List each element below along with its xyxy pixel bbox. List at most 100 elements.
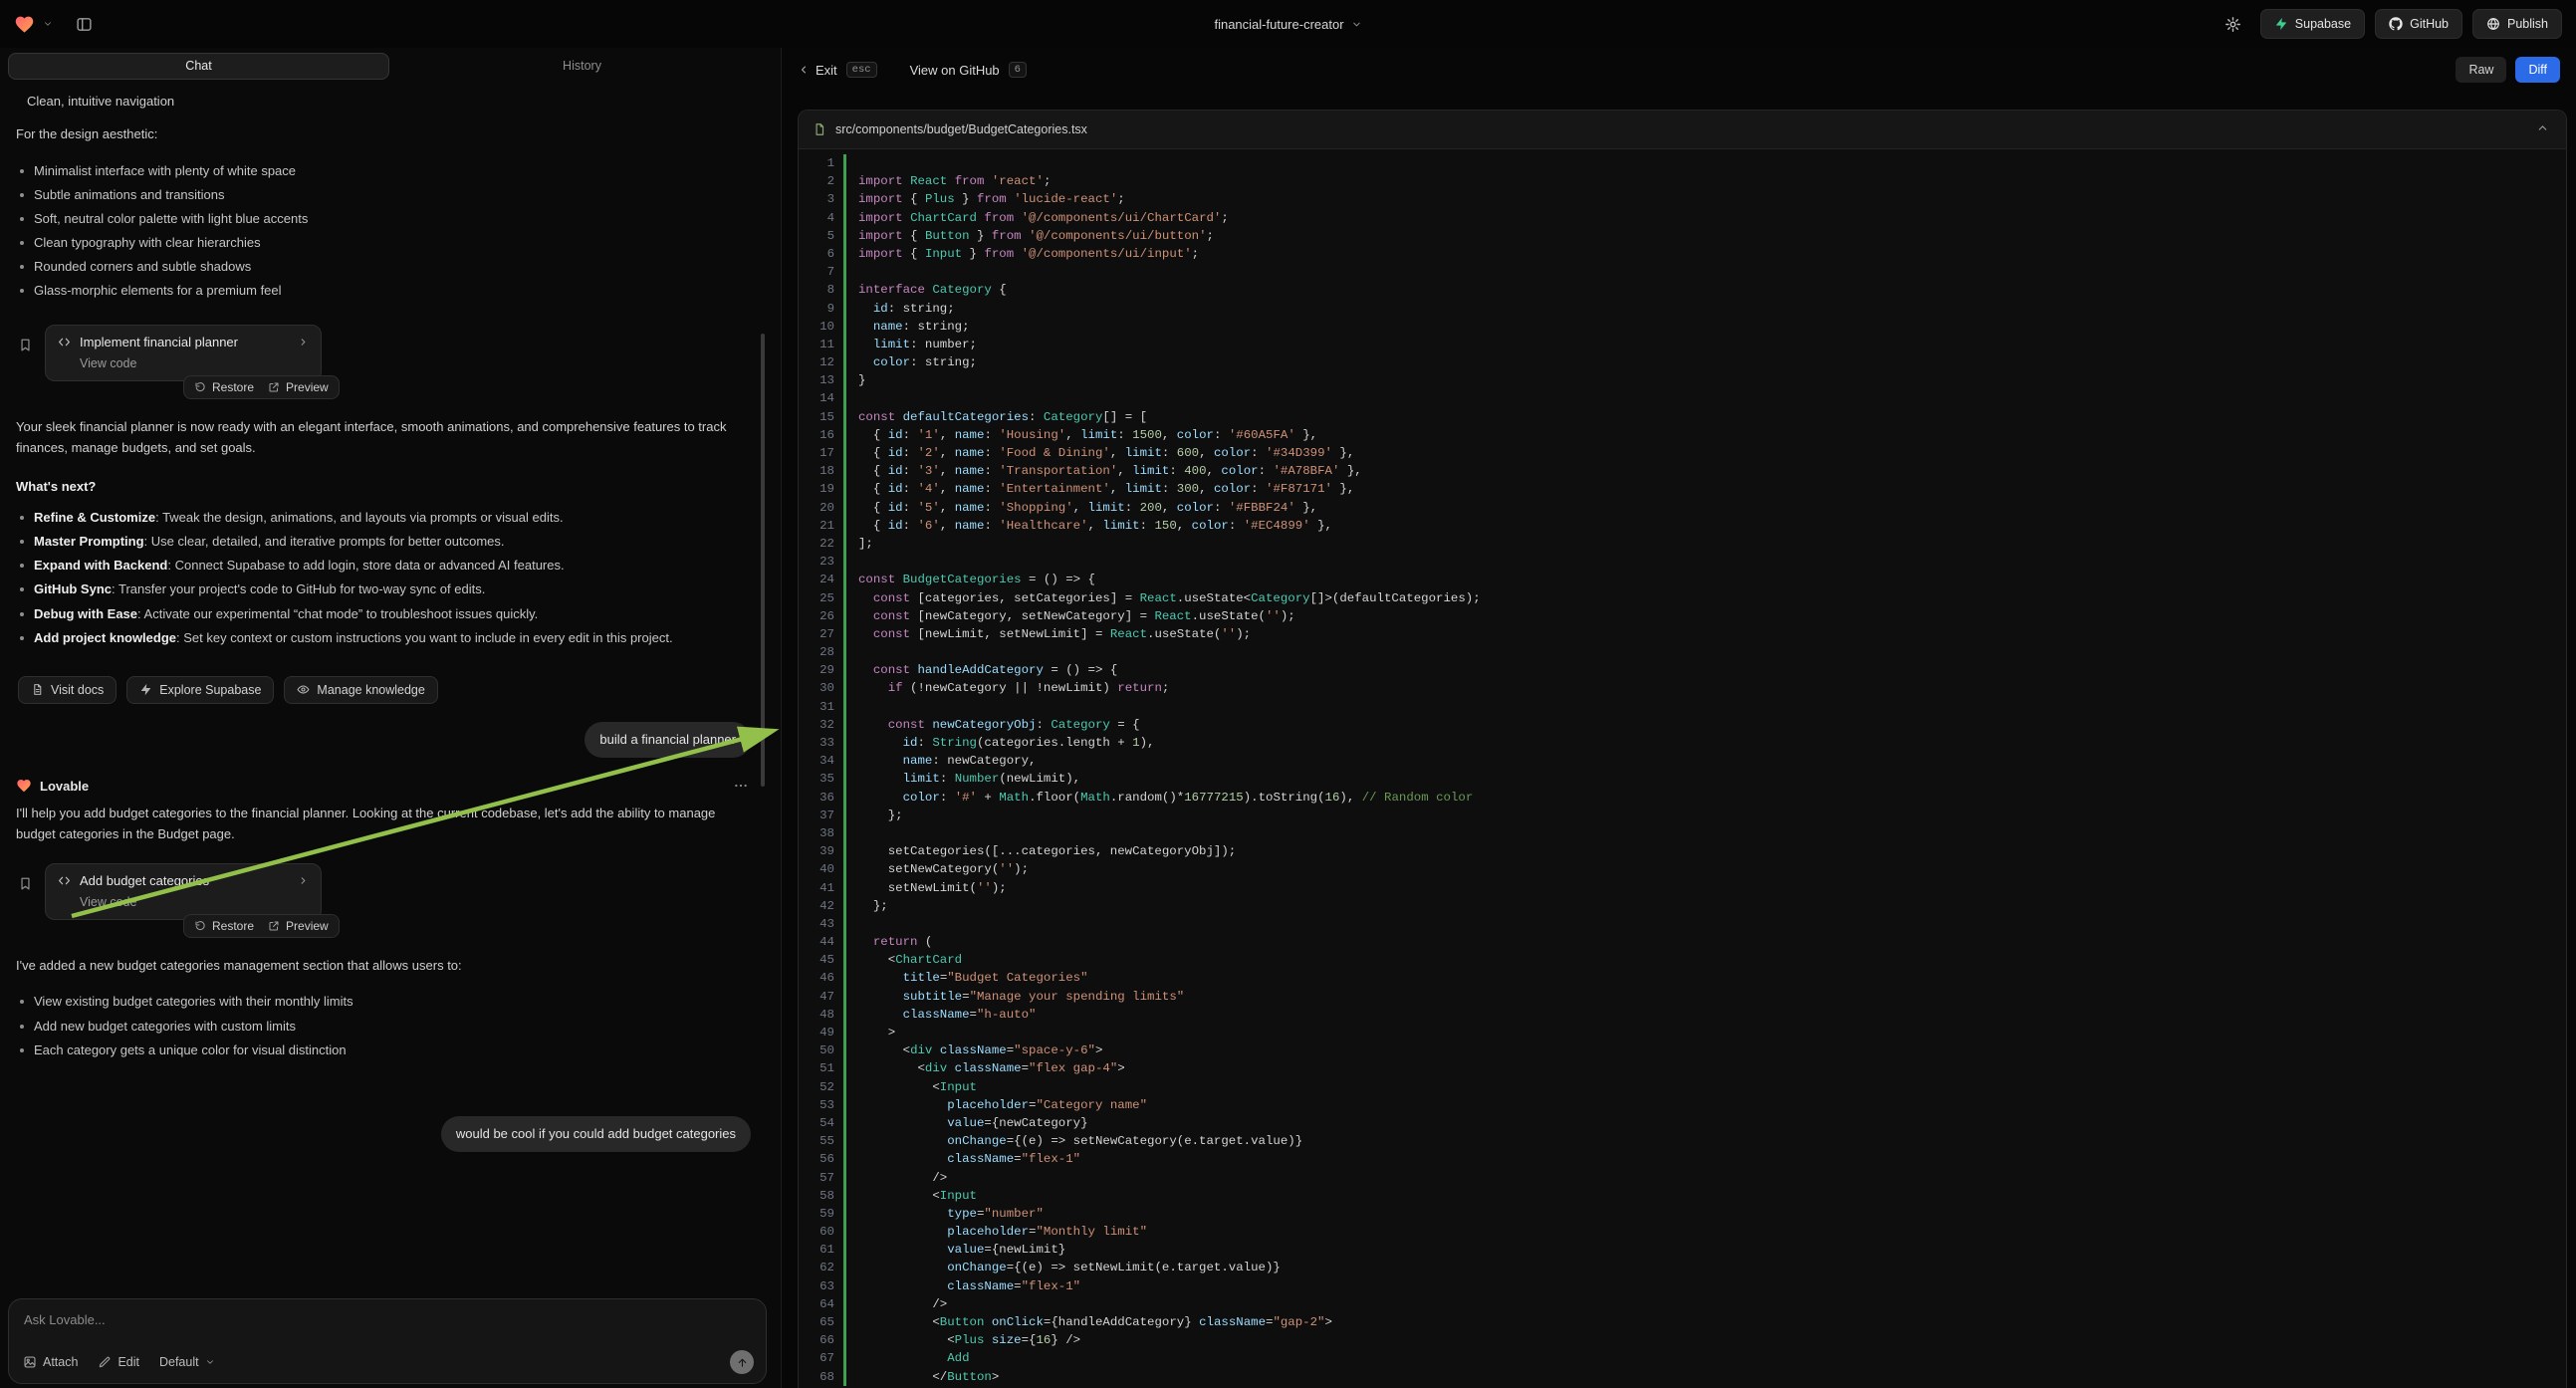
supabase-button[interactable]: Supabase bbox=[2260, 9, 2365, 39]
restore-icon bbox=[194, 381, 206, 393]
message-menu-button[interactable] bbox=[731, 778, 751, 794]
bullet-dot bbox=[20, 265, 24, 269]
chat-scrollbar[interactable] bbox=[761, 334, 765, 787]
code-line: 28 bbox=[799, 643, 2566, 661]
preview-button[interactable]: Preview bbox=[268, 919, 329, 933]
view-code-link[interactable]: View code bbox=[80, 356, 309, 370]
line-number: 54 bbox=[799, 1114, 834, 1132]
bullet-dot bbox=[20, 217, 24, 221]
github-button[interactable]: GitHub bbox=[2375, 9, 2462, 39]
list-item: Each category gets a unique color for vi… bbox=[14, 1041, 753, 1060]
list-item: Refine & Customize: Tweak the design, an… bbox=[14, 508, 753, 528]
attach-button[interactable]: Attach bbox=[23, 1355, 78, 1369]
line-number: 29 bbox=[799, 661, 834, 679]
manage-knowledge-button[interactable]: Manage knowledge bbox=[284, 676, 437, 704]
code-line: 37 }; bbox=[799, 807, 2566, 824]
bullet-dot bbox=[20, 540, 24, 544]
line-number: 46 bbox=[799, 969, 834, 987]
bookmark-icon bbox=[18, 338, 33, 352]
collapse-button[interactable] bbox=[2532, 119, 2552, 139]
supabase-icon bbox=[2274, 17, 2288, 31]
github-label: GitHub bbox=[2410, 17, 2449, 31]
line-number: 15 bbox=[799, 408, 834, 426]
code-line: 46 title="Budget Categories" bbox=[799, 969, 2566, 987]
code-line: 16 { id: '1', name: 'Housing', limit: 15… bbox=[799, 426, 2566, 444]
send-button[interactable] bbox=[730, 1350, 754, 1374]
line-number: 64 bbox=[799, 1295, 834, 1313]
code-line: 51 <div className="flex gap-4"> bbox=[799, 1059, 2566, 1077]
edit-card-actions: Restore Preview bbox=[183, 375, 340, 399]
exit-button[interactable]: Exit bbox=[798, 63, 837, 78]
assistant-header: Lovable bbox=[16, 778, 751, 794]
tab-history[interactable]: History bbox=[391, 53, 773, 80]
list-item: Add new budget categories with custom li… bbox=[14, 1017, 753, 1037]
line-number: 12 bbox=[799, 353, 834, 371]
chat-paragraph: I'll help you add budget categories to t… bbox=[16, 804, 751, 845]
code-line: 23 bbox=[799, 553, 2566, 571]
code-line: 40 setNewCategory(''); bbox=[799, 860, 2566, 878]
preview-button[interactable]: Preview bbox=[268, 380, 329, 394]
manage-knowledge-label: Manage knowledge bbox=[317, 683, 424, 697]
chat-paragraph: I've added a new budget categories manag… bbox=[16, 956, 751, 977]
code-line: 38 bbox=[799, 824, 2566, 842]
edit-card[interactable]: Add budget categories View code bbox=[45, 863, 322, 920]
list-item-text: Add new budget categories with custom li… bbox=[34, 1017, 296, 1037]
list-item-text: Rounded corners and subtle shadows bbox=[34, 257, 251, 277]
view-on-github-button[interactable]: View on GitHub bbox=[910, 63, 1000, 78]
code-line: 6import { Input } from '@/components/ui/… bbox=[799, 245, 2566, 263]
edit-mode-button[interactable]: Edit bbox=[98, 1355, 139, 1369]
code-editor[interactable]: 12import React from 'react';3import { Pl… bbox=[799, 149, 2566, 1386]
code-line: 35 limit: Number(newLimit), bbox=[799, 770, 2566, 788]
code-line: 63 className="flex-1" bbox=[799, 1277, 2566, 1295]
restore-button[interactable]: Restore bbox=[194, 380, 254, 394]
chat-scroll[interactable]: Clean, intuitive navigationFor the desig… bbox=[0, 82, 781, 1292]
lovable-logo-icon[interactable] bbox=[14, 14, 35, 35]
sidebar-toggle-button[interactable] bbox=[71, 11, 97, 37]
quick-actions: Visit docs Explore Supabase Manage knowled… bbox=[18, 676, 753, 704]
edit-card-title: Add budget categories bbox=[80, 873, 289, 888]
line-number: 13 bbox=[799, 371, 834, 389]
view-code-link[interactable]: View code bbox=[80, 895, 309, 909]
edit-card-actions: Restore Preview bbox=[183, 914, 340, 938]
code-line: 59 type="number" bbox=[799, 1205, 2566, 1223]
file-icon bbox=[813, 122, 826, 136]
line-number: 39 bbox=[799, 842, 834, 860]
publish-label: Publish bbox=[2507, 17, 2548, 31]
line-number: 50 bbox=[799, 1041, 834, 1059]
code-line: 26 const [newCategory, setNewCategory] =… bbox=[799, 607, 2566, 625]
top-bar: financial-future-creator Supabase GitHub… bbox=[0, 0, 2576, 48]
heart-icon bbox=[16, 778, 32, 794]
code-line: 25 const [categories, setCategories] = R… bbox=[799, 589, 2566, 607]
explore-supabase-button[interactable]: Explore Supabase bbox=[126, 676, 274, 704]
workspace-chevron-icon[interactable] bbox=[43, 19, 53, 29]
pencil-icon bbox=[98, 1355, 112, 1369]
code-icon bbox=[58, 336, 71, 348]
publish-button[interactable]: Publish bbox=[2472, 9, 2562, 39]
restore-button[interactable]: Restore bbox=[194, 919, 254, 933]
file-header[interactable]: src/components/budget/BudgetCategories.t… bbox=[799, 111, 2566, 149]
line-number: 67 bbox=[799, 1349, 834, 1367]
settings-button[interactable] bbox=[2221, 11, 2246, 37]
list-item: Add project knowledge: Set key context o… bbox=[14, 628, 753, 648]
visit-docs-button[interactable]: Visit docs bbox=[18, 676, 117, 704]
chevron-up-icon bbox=[2536, 121, 2549, 134]
diff-button[interactable]: Diff bbox=[2515, 57, 2560, 83]
raw-button[interactable]: Raw bbox=[2456, 57, 2506, 83]
sidebar-icon bbox=[76, 16, 93, 33]
code-line: 19 { id: '4', name: 'Entertainment', lim… bbox=[799, 480, 2566, 498]
chat-input[interactable]: Ask Lovable... bbox=[9, 1299, 766, 1327]
code-line: 32 const newCategoryObj: Category = { bbox=[799, 716, 2566, 734]
line-number: 14 bbox=[799, 389, 834, 407]
model-selector[interactable]: Default bbox=[159, 1355, 215, 1369]
edit-card-block: Add budget categories View code Restore Pre… bbox=[14, 863, 753, 938]
edit-card[interactable]: Implement financial plannerView code bbox=[45, 325, 322, 381]
supabase-label: Supabase bbox=[2295, 17, 2351, 31]
docs-icon bbox=[31, 683, 44, 696]
tab-chat[interactable]: Chat bbox=[8, 53, 389, 80]
code-line: 41 setNewLimit(''); bbox=[799, 879, 2566, 897]
code-line: 44 return ( bbox=[799, 933, 2566, 951]
line-number: 40 bbox=[799, 860, 834, 878]
project-menu[interactable]: financial-future-creator bbox=[1214, 0, 1361, 48]
arrow-up-icon bbox=[736, 1356, 749, 1369]
code-line: 5import { Button } from '@/components/ui… bbox=[799, 227, 2566, 245]
